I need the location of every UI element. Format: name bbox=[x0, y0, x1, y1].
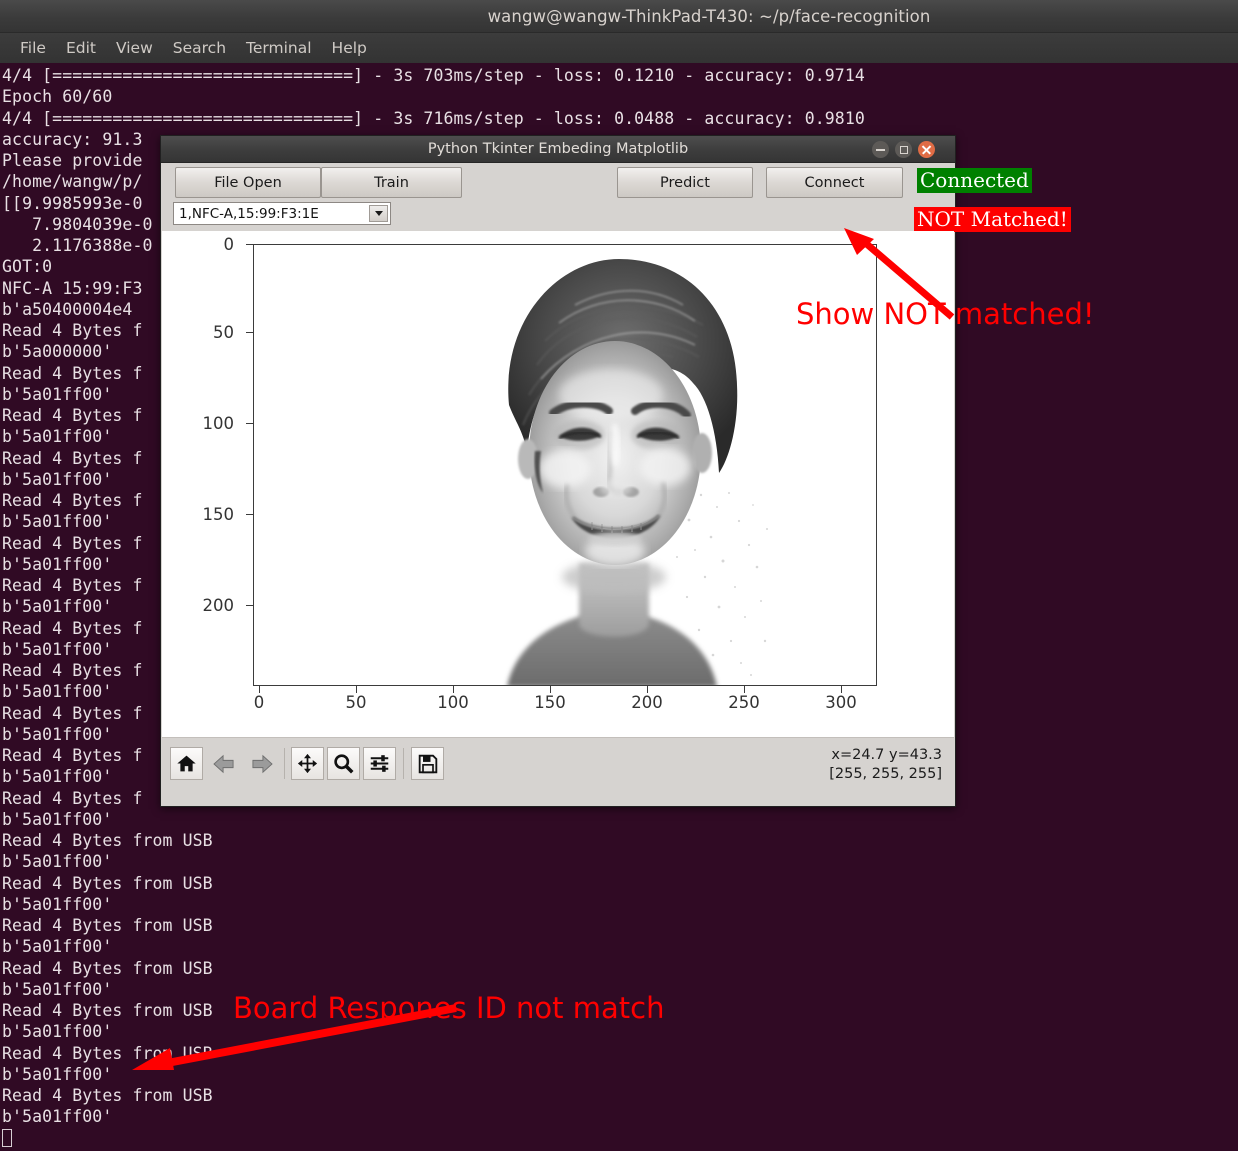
file-open-button[interactable]: File Open bbox=[175, 167, 321, 198]
y-tick-label: 0 bbox=[223, 235, 235, 254]
tkinter-window-title: Python Tkinter Embeding Matplotlib bbox=[427, 141, 689, 157]
y-tick-mark bbox=[246, 244, 253, 246]
match-status-badge: NOT Matched! bbox=[914, 207, 1071, 232]
x-tick-label: 50 bbox=[345, 693, 367, 712]
y-tick-mark bbox=[246, 332, 253, 334]
menu-item-edit[interactable]: Edit bbox=[56, 37, 106, 59]
x-tick-label: 250 bbox=[728, 693, 760, 712]
x-tick-label: 100 bbox=[437, 693, 469, 712]
x-tick-mark bbox=[550, 686, 552, 693]
terminal-menubar: File Edit View Search Terminal Help bbox=[0, 33, 1238, 63]
menu-item-help[interactable]: Help bbox=[322, 37, 377, 59]
terminal-line: Read 4 Bytes from USB bbox=[2, 1043, 213, 1063]
back-arrow-icon[interactable] bbox=[207, 747, 240, 780]
subplot-sliders-icon[interactable] bbox=[363, 747, 396, 780]
terminal-line: Read 4 Bytes from USB bbox=[2, 1086, 213, 1105]
y-tick-mark bbox=[246, 514, 253, 516]
coordinate-xy: x=24.7 y=43.3 bbox=[831, 747, 942, 763]
coordinate-rgb: [255, 255, 255] bbox=[829, 766, 942, 782]
connect-button[interactable]: Connect bbox=[766, 167, 903, 198]
zoom-magnifier-icon[interactable] bbox=[327, 747, 360, 780]
terminal-line: 4/4 [==============================] - 3… bbox=[2, 66, 865, 85]
terminal-line: Read 4 Bytes from USB bbox=[2, 873, 213, 893]
home-icon[interactable] bbox=[170, 747, 203, 780]
terminal-line: b'5a01ff00' bbox=[2, 937, 113, 957]
minimize-icon[interactable] bbox=[872, 141, 889, 158]
x-tick-mark bbox=[356, 686, 358, 693]
y-tick-label: 50 bbox=[213, 323, 234, 342]
annotation-board-respones: Board Respones ID not match bbox=[233, 991, 665, 1025]
toolbar-separator bbox=[284, 748, 285, 779]
close-icon[interactable] bbox=[918, 141, 935, 158]
face-image bbox=[449, 245, 779, 685]
save-floppy-icon[interactable] bbox=[411, 747, 444, 780]
forward-arrow-icon[interactable] bbox=[245, 747, 278, 780]
coordinate-readout: x=24.7 y=43.3 [255, 255, 255] bbox=[829, 746, 942, 784]
connection-status-badge: Connected bbox=[917, 168, 1032, 193]
x-tick-mark bbox=[453, 686, 455, 693]
x-tick-label: 300 bbox=[825, 693, 857, 712]
terminal-line: b'5a01ff00' bbox=[2, 1107, 113, 1127]
y-tick-mark bbox=[246, 605, 253, 607]
terminal-line: Read 4 Bytes from USB bbox=[2, 831, 213, 850]
y-tick-label: 200 bbox=[202, 596, 235, 615]
terminal-line: Read 4 Bytes from USB bbox=[2, 958, 213, 978]
terminal-cursor-line bbox=[2, 1128, 1238, 1149]
train-button[interactable]: Train bbox=[321, 167, 462, 198]
terminal-line: 4/4 [==============================] - 3… bbox=[2, 108, 865, 128]
terminal-line: b'5a01ff00' bbox=[2, 1064, 113, 1084]
x-tick-label: 150 bbox=[534, 693, 566, 712]
x-tick-mark bbox=[744, 686, 746, 693]
annotation-show-not-matched: Show NOT matched! bbox=[796, 297, 1095, 331]
terminal-titlebar: wangw@wangw-ThinkPad-T430: ~/p/face-reco… bbox=[0, 0, 1238, 33]
menu-item-view[interactable]: View bbox=[106, 37, 163, 59]
matplotlib-nav-toolbar: x=24.7 y=43.3 [255, 255, 255] bbox=[162, 737, 954, 789]
menu-item-search[interactable]: Search bbox=[163, 37, 236, 59]
pan-move-icon[interactable] bbox=[291, 747, 324, 780]
maximize-icon[interactable] bbox=[895, 141, 912, 158]
tkinter-content: File Open Train Predict Connect Connecte… bbox=[161, 163, 1071, 806]
nfc-tag-select-value: 1,NFC-A,15:99:F3:1E bbox=[179, 205, 319, 222]
terminal-line: b'5a01ff00' bbox=[2, 809, 113, 829]
x-tick-mark bbox=[259, 686, 261, 693]
terminal-line: Epoch 60/60 bbox=[2, 87, 113, 107]
x-tick-mark bbox=[647, 686, 649, 693]
app-button-bar: File Open Train Predict Connect Connecte… bbox=[161, 163, 1071, 232]
predict-button[interactable]: Predict bbox=[617, 167, 753, 198]
chevron-down-icon[interactable] bbox=[369, 205, 388, 222]
tkinter-app-window: Python Tkinter Embeding Matplotlib File … bbox=[160, 135, 1071, 807]
x-tick-label: 0 bbox=[253, 693, 265, 712]
plot-axes[interactable] bbox=[253, 244, 877, 686]
x-tick-label: 200 bbox=[631, 693, 663, 712]
menu-item-terminal[interactable]: Terminal bbox=[236, 37, 322, 59]
tkinter-titlebar[interactable]: Python Tkinter Embeding Matplotlib bbox=[161, 136, 955, 163]
terminal-title: wangw@wangw-ThinkPad-T430: ~/p/face-reco… bbox=[487, 7, 931, 26]
terminal-line: Read 4 Bytes from USB bbox=[2, 916, 213, 935]
y-tick-label: 100 bbox=[202, 414, 235, 433]
x-tick-mark bbox=[841, 686, 843, 693]
terminal-line: b'5a01ff00' bbox=[2, 894, 113, 914]
terminal-cursor bbox=[2, 1128, 12, 1147]
nfc-tag-select[interactable]: 1,NFC-A,15:99:F3:1E bbox=[173, 202, 391, 225]
menu-item-file[interactable]: File bbox=[10, 37, 56, 59]
terminal-line: b'5a01ff00' bbox=[2, 852, 113, 872]
y-tick-mark bbox=[246, 423, 253, 425]
y-tick-label: 150 bbox=[202, 505, 235, 524]
toolbar-separator bbox=[403, 748, 404, 779]
